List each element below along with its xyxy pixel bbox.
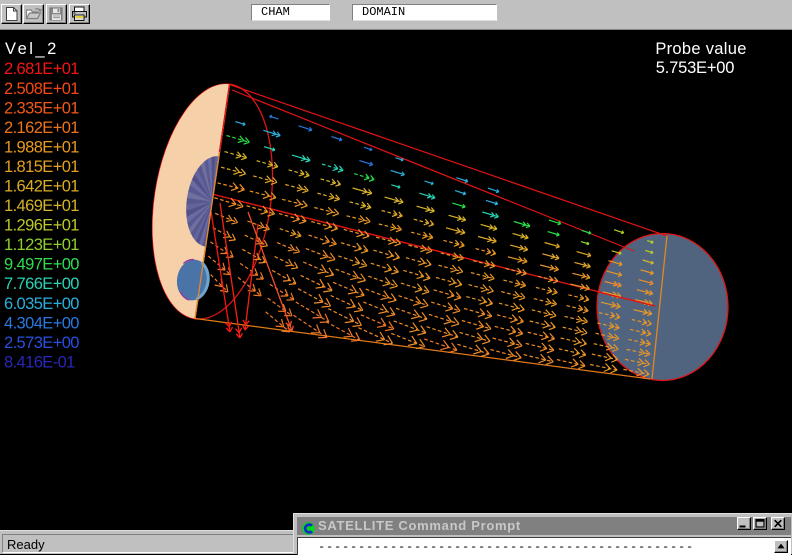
svg-text:2.681E+01: 2.681E+01 bbox=[4, 60, 79, 78]
svg-text:7.766E+00: 7.766E+00 bbox=[4, 275, 79, 293]
svg-text:1.988E+01: 1.988E+01 bbox=[4, 138, 79, 156]
svg-text:1.123E+01: 1.123E+01 bbox=[4, 236, 79, 254]
svg-text:2.162E+01: 2.162E+01 bbox=[4, 119, 79, 137]
svg-text:1.469E+01: 1.469E+01 bbox=[4, 197, 79, 215]
svg-text:Probe value: Probe value bbox=[655, 40, 746, 58]
svg-text:Vel_2: Vel_2 bbox=[5, 40, 59, 58]
svg-text:1.815E+01: 1.815E+01 bbox=[4, 158, 79, 176]
svg-text:4.304E+00: 4.304E+00 bbox=[4, 314, 79, 332]
svg-text:6.035E+00: 6.035E+00 bbox=[4, 295, 79, 313]
svg-text:8.416E-01: 8.416E-01 bbox=[4, 353, 75, 371]
svg-text:2.573E+00: 2.573E+00 bbox=[4, 334, 79, 352]
svg-text:9.497E+00: 9.497E+00 bbox=[4, 256, 79, 274]
svg-text:5.753E+00: 5.753E+00 bbox=[656, 59, 735, 77]
svg-text:1.642E+01: 1.642E+01 bbox=[4, 178, 79, 196]
svg-text:2.508E+01: 2.508E+01 bbox=[4, 80, 79, 98]
svg-text:1.296E+01: 1.296E+01 bbox=[4, 217, 79, 235]
svg-text:2.335E+01: 2.335E+01 bbox=[4, 99, 79, 117]
